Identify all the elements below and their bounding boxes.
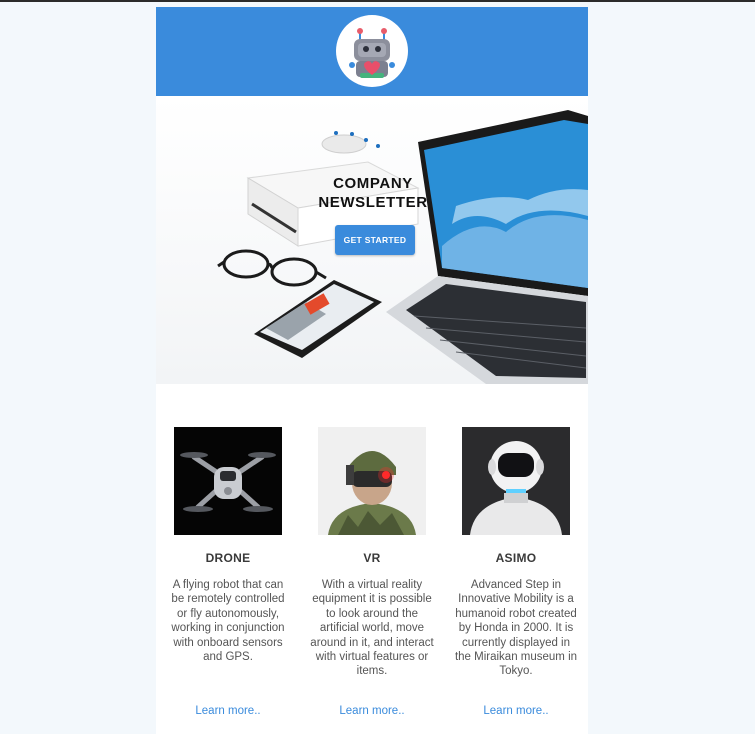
vr-soldier-icon — [328, 451, 416, 535]
card-title-asimo: ASIMO — [495, 551, 537, 565]
card-text-vr: With a virtual reality equipment it is p… — [310, 579, 434, 678]
drone-icon — [180, 452, 276, 512]
card-title-vr: VR — [363, 551, 381, 565]
smartphone-icon — [254, 280, 382, 358]
vr-image[interactable] — [318, 427, 426, 535]
card-title-drone: DRONE — [205, 551, 251, 565]
drone-image[interactable] — [174, 427, 282, 535]
learn-more-link-vr[interactable]: Learn more.. — [310, 705, 434, 717]
learn-more-link-asimo[interactable]: Learn more.. — [454, 705, 578, 717]
hero-title: COMPANY NEWSLETTER — [302, 174, 444, 212]
controller-icon — [321, 131, 380, 154]
get-started-button[interactable]: GET STARTED — [335, 225, 415, 255]
newsletter-header — [156, 7, 588, 96]
card-text-drone: A flying robot that can be remotely cont… — [171, 579, 285, 664]
asimo-image[interactable] — [462, 427, 570, 535]
top-border — [0, 0, 755, 2]
hero-title-line2: NEWSLETTER — [318, 194, 428, 211]
robot-heart-logo-icon[interactable] — [336, 15, 408, 87]
glasses-icon — [217, 249, 327, 287]
hero-title-line1: COMPANY — [333, 175, 413, 192]
asimo-robot-icon — [470, 441, 562, 535]
learn-more-link-drone[interactable]: Learn more.. — [166, 705, 290, 717]
card-text-asimo: Advanced Step in Innovative Mobility is … — [454, 579, 578, 678]
laptop-icon — [386, 110, 588, 384]
